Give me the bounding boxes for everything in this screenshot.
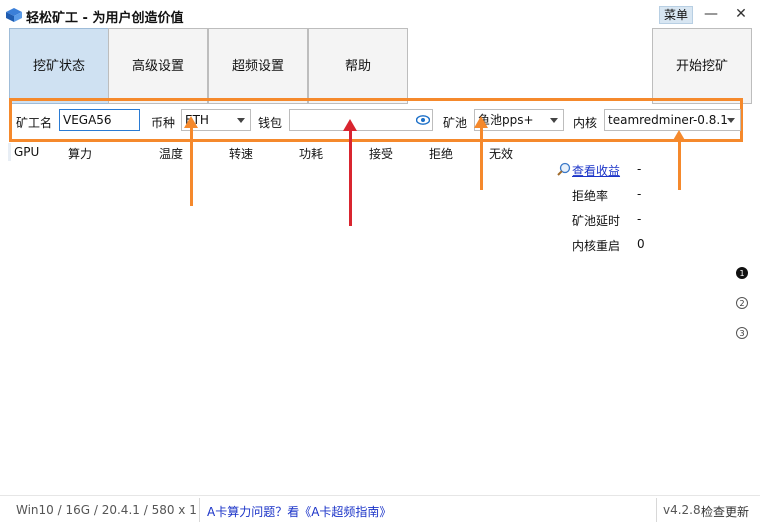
reject-rate-label: 拒绝率 [572,189,609,203]
annotation-arrow-kernel [678,136,681,190]
table-edge-marker [8,143,11,161]
menu-button[interactable]: 菜单 [659,6,693,24]
column-header-fan-speed: 转速 [229,147,254,161]
view-earnings-value: - [637,162,642,176]
column-header-gpu: GPU [14,145,40,159]
chevron-down-icon [550,118,558,123]
kernel-restart-label: 内核重启 [572,239,621,253]
window-title: 轻松矿工 - 为用户创造价值 [26,11,184,26]
pool-latency-value: - [637,212,642,226]
column-header-temperature: 温度 [159,147,184,161]
column-header-hashrate: 算力 [68,147,93,161]
column-header-invalid: 无效 [489,147,514,161]
kernel-label: 内核 [573,116,598,130]
magnifier-icon[interactable] [557,162,571,176]
column-header-accepted: 接受 [369,147,394,161]
annotation-arrowhead-pool [474,116,488,128]
tab-help[interactable]: 帮助 [308,28,408,104]
annotation-arrow-pool [480,122,483,190]
amd-guide-link[interactable]: A卡算力问题？看《A卡超频指南》 [207,503,391,520]
coin-label: 币种 [151,116,176,130]
title-bar: 轻松矿工 - 为用户创造价值 菜单 — ✕ [0,0,760,30]
close-button[interactable]: ✕ [730,4,752,26]
chevron-down-icon [237,118,245,123]
annotation-arrowhead-kernel [672,130,686,142]
page-indicator-2[interactable]: 2 [736,297,748,309]
view-earnings-link[interactable]: 查看收益 [572,162,620,179]
annotation-arrow-coin [190,122,193,206]
tab-mining-status[interactable]: 挖矿状态 [9,28,109,104]
minimize-button[interactable]: — [700,4,722,26]
tab-advanced-settings[interactable]: 高级设置 [108,28,208,104]
page-indicator-3[interactable]: 3 [736,327,748,339]
check-update-button[interactable]: 检查更新 [701,503,749,520]
annotation-arrowhead-coin [184,116,198,128]
pool-latency-label: 矿池延时 [572,214,621,228]
kernel-select-value: teamredminer-0.8.1 [608,113,728,127]
footer-separator [656,498,657,522]
page-indicator-1[interactable]: 1 [736,267,748,279]
column-header-rejected: 拒绝 [429,147,454,161]
version-label: v4.2.8 [663,503,701,517]
footer-separator [199,498,200,522]
wallet-label: 钱包 [258,116,283,130]
start-mining-button[interactable]: 开始挖矿 [652,28,752,104]
wallet-input[interactable] [289,109,433,131]
pool-label: 矿池 [443,116,468,130]
annotation-arrow-wallet [349,128,352,226]
annotation-arrowhead-wallet [343,119,357,131]
reject-rate-value: - [637,187,642,201]
chevron-down-icon [727,118,735,123]
app-logo-icon [6,8,22,22]
column-header-power: 功耗 [299,147,324,161]
kernel-restart-value: 0 [637,237,645,251]
eye-icon[interactable] [416,115,430,125]
footer-divider [0,495,760,496]
worker-name-input[interactable]: VEGA56 [59,109,140,131]
kernel-select[interactable]: teamredminer-0.8.1 [604,109,741,131]
system-info: Win10 / 16G / 20.4.1 / 580 x 1 [16,503,197,517]
tab-overclock-settings[interactable]: 超频设置 [208,28,308,104]
worker-name-label: 矿工名 [16,116,53,130]
